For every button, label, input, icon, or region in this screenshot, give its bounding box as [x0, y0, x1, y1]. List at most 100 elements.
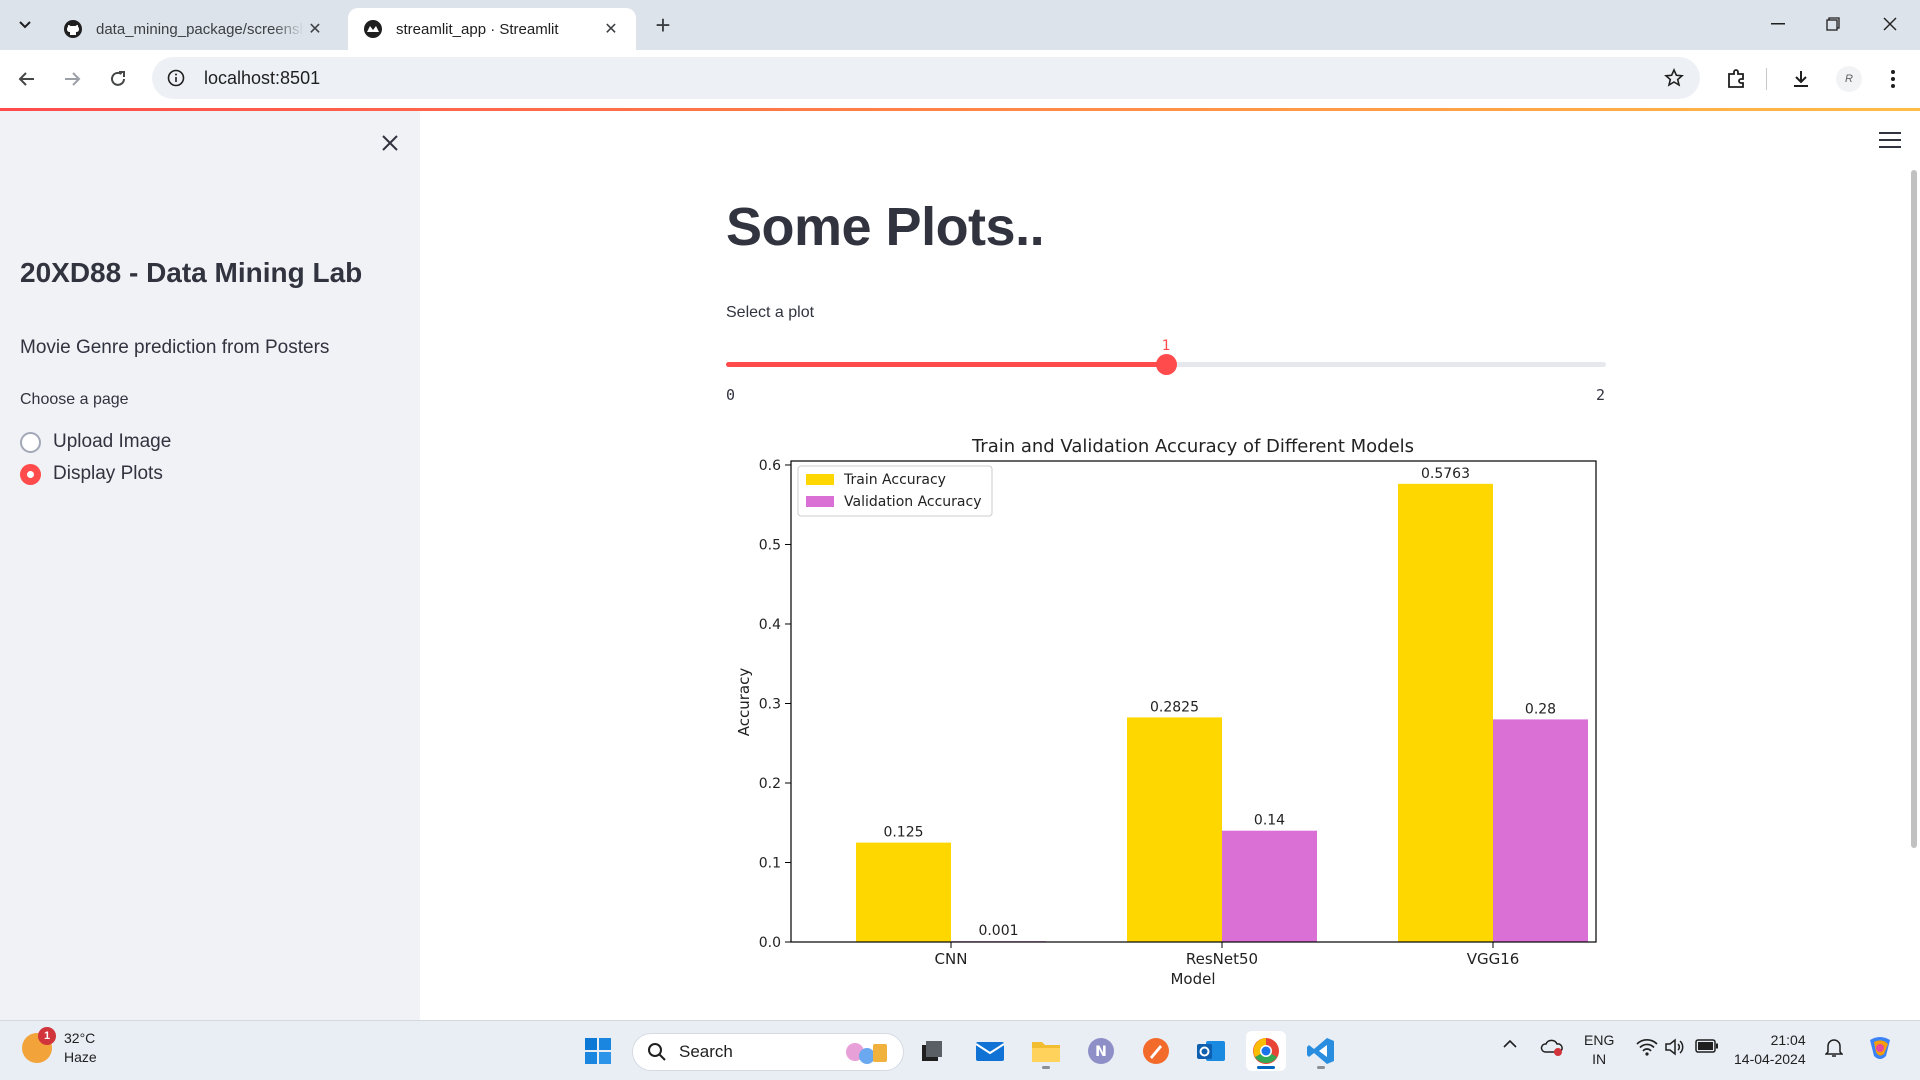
radio-button-selected[interactable] — [20, 463, 41, 485]
mail-app[interactable] — [970, 1031, 1010, 1071]
file-explorer-app[interactable] — [1026, 1031, 1066, 1071]
legend-swatch-train — [806, 474, 834, 485]
github-icon — [62, 18, 84, 40]
browser-toolbar: localhost:8501 R — [0, 50, 1920, 108]
new-tab-button[interactable]: + — [650, 12, 676, 38]
start-button[interactable] — [578, 1031, 618, 1071]
legend-swatch-validation — [806, 496, 834, 507]
close-icon — [382, 135, 398, 151]
main-menu-icon[interactable] — [1876, 128, 1904, 152]
restore-icon[interactable] — [1813, 6, 1853, 42]
download-icon[interactable] — [1786, 64, 1816, 94]
taskbar-search[interactable]: Search — [632, 1033, 904, 1071]
bar-value-label: 0.2825 — [1150, 699, 1199, 715]
accuracy-bar-chart: Train and Validation Accuracy of Differe… — [735, 436, 1597, 988]
page-title: Some Plots.. — [726, 197, 1045, 257]
task-view-button[interactable] — [912, 1031, 952, 1071]
task-view-icon — [922, 1041, 942, 1061]
search-icon — [648, 1043, 666, 1061]
reload-icon — [111, 71, 125, 86]
more-menu-icon[interactable] — [1878, 64, 1908, 94]
region-code: IN — [1592, 1051, 1607, 1067]
bar-value-label: 0.5763 — [1421, 466, 1470, 482]
scrollbar[interactable] — [1911, 170, 1917, 848]
slider-label: Select a plot — [726, 304, 815, 321]
notification-bell-icon[interactable] — [1825, 1038, 1843, 1058]
weather-widget[interactable]: 1 32°C Haze — [22, 1027, 97, 1067]
outlook-app[interactable] — [1191, 1031, 1231, 1071]
legend-label-validation: Validation Accuracy — [844, 494, 982, 510]
arrow-left-icon — [18, 72, 34, 86]
battery-icon[interactable] — [1695, 1039, 1719, 1053]
radio-label: Display Plots — [53, 463, 163, 484]
clock-date: 14-04-2024 — [1734, 1051, 1806, 1067]
slider-thumb[interactable] — [1156, 354, 1177, 375]
language-code: ENG — [1584, 1032, 1615, 1048]
bar-value-label: 0.001 — [978, 923, 1018, 939]
extensions-icon[interactable] — [1721, 64, 1751, 94]
slider-value: 1 — [1161, 338, 1171, 354]
chevron-up-icon — [1503, 1039, 1517, 1048]
radio-label: Upload Image — [53, 431, 172, 452]
sidebar-subtitle: Movie Genre prediction from Posters — [20, 337, 330, 358]
bar-train — [1398, 483, 1493, 942]
forward-button[interactable] — [57, 64, 87, 94]
radio-display-plots[interactable]: Display Plots — [20, 463, 163, 485]
minimize-icon[interactable] — [1758, 6, 1798, 42]
bookmark-star-icon[interactable] — [1656, 60, 1692, 96]
running-indicator — [1042, 1066, 1050, 1069]
weather-condition: Haze — [64, 1049, 97, 1065]
address-bar[interactable]: localhost:8501 — [152, 57, 1700, 99]
plot-slider[interactable] — [726, 354, 1606, 375]
y-tick-label: 0.6 — [759, 458, 781, 474]
mail-icon — [975, 1042, 1005, 1061]
sidebar-close-button[interactable] — [376, 129, 404, 157]
profile-avatar[interactable]: R — [1836, 66, 1862, 92]
windows-start-icon — [585, 1038, 611, 1064]
reload-button[interactable] — [103, 64, 133, 94]
onenote-icon: N — [1088, 1038, 1114, 1064]
windows-taskbar: 1 32°C Haze Search N ENG IN 21:04 14-04-… — [0, 1020, 1920, 1080]
onenote-app[interactable]: N — [1081, 1031, 1121, 1071]
close-window-icon[interactable] — [1870, 6, 1910, 42]
volume-icon[interactable] — [1664, 1038, 1684, 1056]
bar-value-label: 0.125 — [883, 825, 923, 841]
show-hidden-icons[interactable] — [1502, 1039, 1518, 1049]
y-tick-label: 0.5 — [759, 537, 781, 553]
radio-upload-image[interactable]: Upload Image — [20, 431, 171, 453]
y-tick-label: 0.3 — [759, 696, 781, 712]
tab-title: streamlit_app · Streamlit — [396, 20, 559, 38]
wifi-icon[interactable] — [1636, 1038, 1658, 1056]
close-icon[interactable]: ✕ — [304, 18, 326, 40]
y-tick-label: 0.0 — [759, 935, 781, 951]
active-indicator — [1257, 1066, 1275, 1069]
streamlit-icon — [362, 18, 384, 40]
vscode-app[interactable] — [1301, 1031, 1341, 1071]
radio-button-unselected[interactable] — [20, 431, 41, 453]
bar-train — [856, 842, 951, 942]
notification-badge: 1 — [38, 1027, 56, 1045]
bar-value-label: 0.14 — [1254, 813, 1285, 829]
input-language[interactable]: ENG IN — [1584, 1031, 1614, 1069]
tab-github[interactable]: data_mining_package/screensh ✕ — [48, 8, 340, 50]
tab-streamlit[interactable]: streamlit_app · Streamlit ✕ — [348, 8, 636, 50]
close-icon[interactable]: ✕ — [600, 18, 622, 40]
tab-search-button[interactable] — [12, 12, 38, 38]
system-clock[interactable]: 21:04 14-04-2024 — [1734, 1031, 1806, 1069]
clock-time: 21:04 — [1770, 1032, 1806, 1048]
back-button[interactable] — [12, 64, 42, 94]
chart-title: Train and Validation Accuracy of Differe… — [971, 436, 1414, 457]
copilot-icon[interactable] — [1864, 1032, 1896, 1064]
sidebar: 20XD88 - Data Mining Lab Movie Genre pre… — [0, 111, 420, 1020]
x-tick-label: ResNet50 — [1186, 950, 1258, 968]
onedrive-icon[interactable] — [1540, 1037, 1564, 1057]
svg-text:N: N — [1095, 1044, 1107, 1060]
chrome-app[interactable] — [1246, 1031, 1286, 1071]
search-placeholder: Search — [679, 1042, 733, 1061]
y-tick-label: 0.1 — [759, 855, 781, 871]
draw-app[interactable] — [1136, 1031, 1176, 1071]
tab-title: data_mining_package/screensh — [96, 20, 304, 38]
chevron-down-icon — [19, 21, 31, 29]
site-info-icon[interactable] — [158, 60, 194, 96]
toolbar-divider — [1766, 68, 1767, 90]
